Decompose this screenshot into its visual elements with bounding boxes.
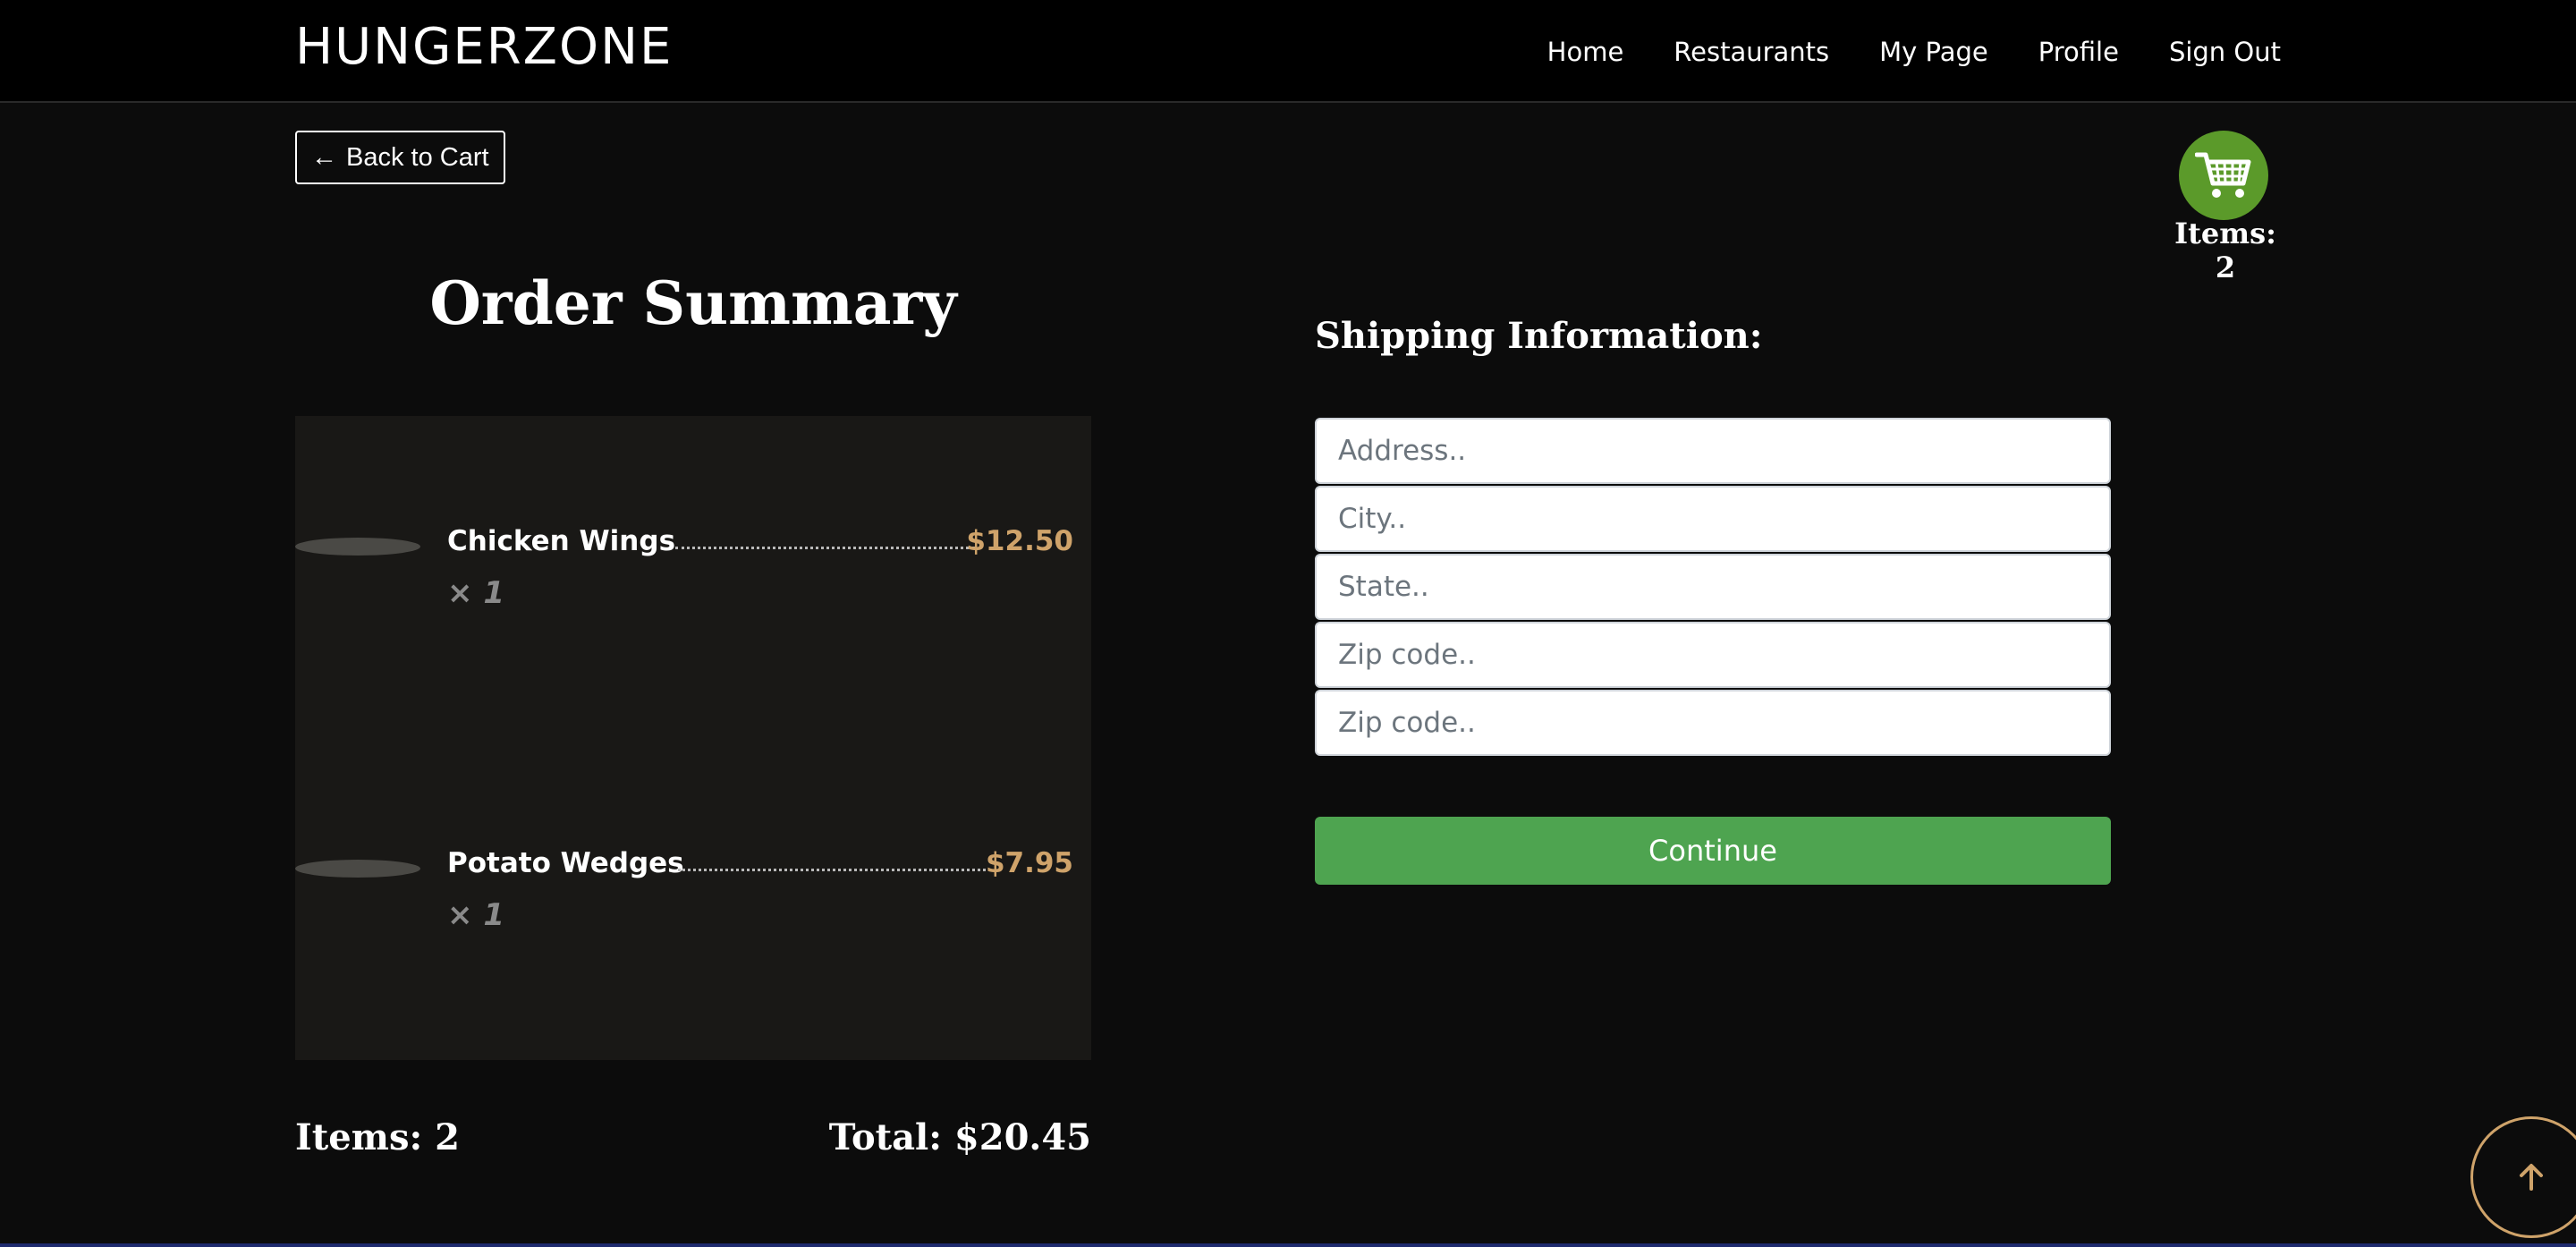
item-dotted-leader <box>678 869 991 871</box>
address-input[interactable] <box>1315 418 2111 484</box>
left-arrow-icon: ← <box>311 142 337 172</box>
nav-restaurants[interactable]: Restaurants <box>1674 37 1829 67</box>
shipping-form <box>1315 418 2111 758</box>
item-price: $12.50 <box>966 525 1073 557</box>
back-to-cart-button[interactable]: ← Back to Cart <box>295 131 505 184</box>
item-quantity: × 1 <box>447 575 504 611</box>
item-quantity: × 1 <box>447 897 504 933</box>
arrow-up-icon <box>2520 1164 2543 1191</box>
brand-logo[interactable]: HUNGERZONE <box>295 18 673 76</box>
summary-item-count: Items: 2 <box>295 1116 461 1158</box>
nav-sign-out[interactable]: Sign Out <box>2169 37 2281 67</box>
window-bottom-edge <box>0 1243 2576 1247</box>
back-to-cart-label: Back to Cart <box>346 142 489 172</box>
zip-code-input[interactable] <box>1315 622 2111 688</box>
item-thumbnail <box>295 860 420 878</box>
order-items-panel: Chicken Wings $12.50 × 1 Potato Wedges $… <box>295 416 1091 1060</box>
cart-item-count: Items: 2 <box>2174 216 2276 284</box>
continue-button[interactable]: Continue <box>1315 817 2111 885</box>
quantity-value: 1 <box>483 575 505 611</box>
item-thumbnail <box>295 538 420 556</box>
cart-button[interactable] <box>2179 131 2268 220</box>
order-summary-title: Order Summary <box>429 268 957 338</box>
nav-home[interactable]: Home <box>1547 37 1624 67</box>
order-item: Potato Wedges $7.95 × 1 <box>295 847 1091 954</box>
top-navbar: HUNGERZONE Home Restaurants My Page Prof… <box>0 0 2576 103</box>
zip-code-input-2[interactable] <box>1315 690 2111 756</box>
city-input[interactable] <box>1315 486 2111 552</box>
item-name: Chicken Wings <box>447 525 676 557</box>
state-input[interactable] <box>1315 554 2111 620</box>
nav-links: Home Restaurants My Page Profile Sign Ou… <box>1547 0 2281 103</box>
nav-my-page[interactable]: My Page <box>1879 37 1988 67</box>
nav-profile[interactable]: Profile <box>2038 37 2119 67</box>
item-price: $7.95 <box>985 847 1073 879</box>
shipping-info-title: Shipping Information: <box>1315 315 1763 357</box>
item-dotted-leader <box>675 547 975 549</box>
item-name: Potato Wedges <box>447 847 684 879</box>
quantity-value: 1 <box>483 897 505 933</box>
order-item: Chicken Wings $12.50 × 1 <box>295 525 1091 632</box>
shopping-cart-icon <box>2195 152 2251 198</box>
quantity-times-icon: × <box>447 897 473 933</box>
summary-total: Total: $20.45 <box>828 1116 1091 1158</box>
quantity-times-icon: × <box>447 575 473 611</box>
